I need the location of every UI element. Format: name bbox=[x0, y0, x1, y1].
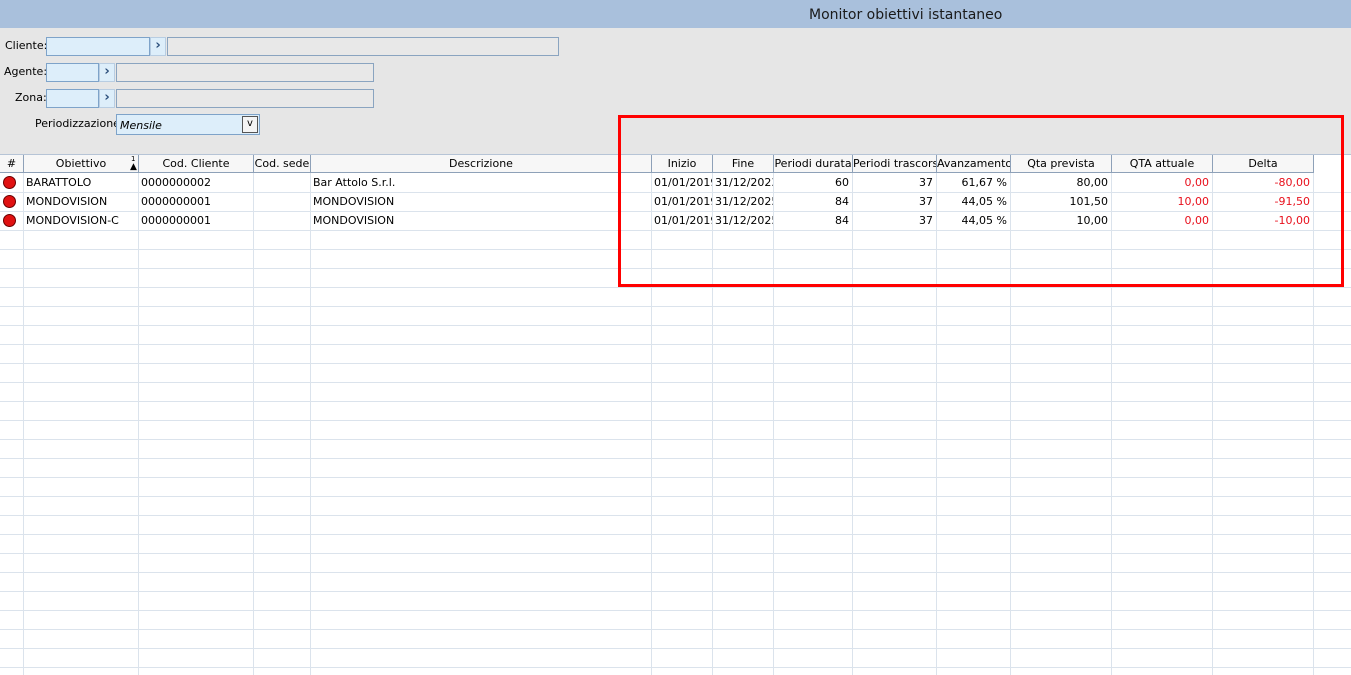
cliente-lookup-button[interactable]: › bbox=[150, 37, 166, 56]
col-descrizione-cell: MONDOVISION bbox=[313, 214, 395, 227]
highlight-box bbox=[618, 115, 1344, 287]
col-cod-cliente-cell: 0000000002 bbox=[141, 176, 211, 189]
cliente-code-input[interactable] bbox=[46, 37, 150, 56]
agente-label: Agente: bbox=[4, 65, 48, 78]
col-cod-sede-cell bbox=[254, 211, 310, 230]
col-obiettivo-cell: MONDOVISION bbox=[26, 195, 108, 208]
agente-description-field bbox=[116, 63, 374, 82]
col-descrizione-cell: Bar Attolo S.r.l. bbox=[313, 176, 396, 189]
window-title: Monitor obiettivi istantaneo bbox=[809, 7, 1003, 23]
title-bar: Monitor obiettivi istantaneo bbox=[0, 0, 1351, 28]
col-cod-cliente-header[interactable]: Cod. Cliente bbox=[139, 155, 254, 173]
status-red-icon bbox=[3, 176, 16, 189]
col-cod-sede-header[interactable]: Cod. sede bbox=[254, 155, 311, 173]
col-cod-cliente-cell: 0000000001 bbox=[141, 214, 211, 227]
col-cod-cliente-cell: 0000000001 bbox=[141, 195, 211, 208]
zona-description-field bbox=[116, 89, 374, 108]
zona-code-input[interactable] bbox=[46, 89, 99, 108]
col-obiettivo-cell: MONDOVISION-C bbox=[26, 214, 119, 227]
col-obiettivo-header[interactable]: Obiettivo bbox=[24, 155, 139, 173]
agente-lookup-button[interactable]: › bbox=[99, 63, 115, 82]
zona-lookup-button[interactable]: › bbox=[99, 89, 115, 108]
sort-ascending-icon: ▲ bbox=[130, 162, 137, 172]
chevron-right-icon: › bbox=[155, 38, 161, 53]
agente-code-input[interactable] bbox=[46, 63, 99, 82]
col-obiettivo-cell: BARATTOLO bbox=[26, 176, 92, 189]
status-red-icon bbox=[3, 195, 16, 208]
chevron-right-icon: › bbox=[104, 90, 110, 105]
periodizzazione-value: Mensile bbox=[120, 119, 162, 132]
zona-label: Zona: bbox=[15, 91, 47, 104]
periodizzazione-select[interactable]: Mensile v bbox=[116, 114, 260, 135]
cliente-label: Cliente: bbox=[5, 39, 48, 52]
col-cod-sede-cell bbox=[254, 173, 310, 192]
chevron-down-icon[interactable]: v bbox=[242, 116, 258, 133]
col-descrizione-header[interactable]: Descrizione bbox=[311, 155, 652, 173]
cliente-description-field bbox=[167, 37, 559, 56]
periodizzazione-label: Periodizzazione: bbox=[35, 117, 124, 130]
status-red-icon bbox=[3, 214, 16, 227]
col-descrizione-cell: MONDOVISION bbox=[313, 195, 395, 208]
chevron-right-icon: › bbox=[104, 64, 110, 79]
col-cod-sede-cell bbox=[254, 192, 310, 211]
col-index-header[interactable]: # bbox=[0, 155, 24, 173]
